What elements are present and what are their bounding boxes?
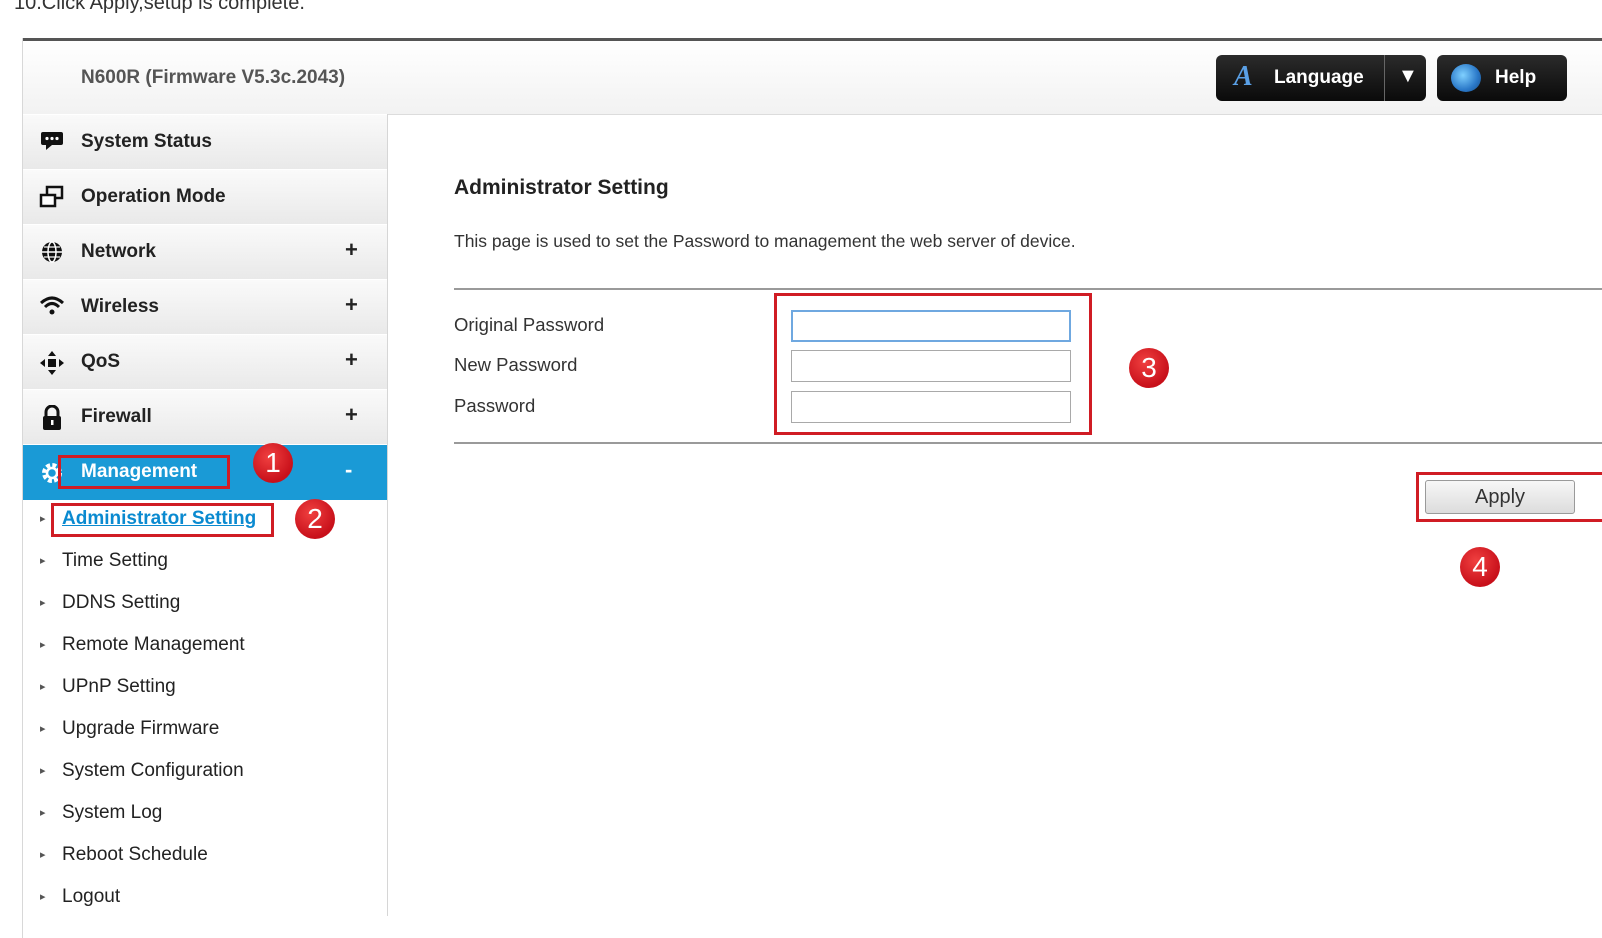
subnav-upnp-setting[interactable]: ▸ UPnP Setting bbox=[23, 668, 387, 708]
bullet-icon: ▸ bbox=[40, 849, 46, 861]
subnav-label[interactable]: Time Setting bbox=[62, 550, 168, 572]
language-divider bbox=[1384, 55, 1385, 101]
qos-icon bbox=[39, 350, 65, 375]
step-marker-4: 4 bbox=[1460, 547, 1500, 587]
page-description: This page is used to set the Password to… bbox=[454, 231, 1076, 251]
step-marker-1: 1 bbox=[253, 443, 293, 483]
subnav-remote-management[interactable]: ▸ Remote Management bbox=[23, 626, 387, 666]
expand-icon[interactable]: + bbox=[345, 402, 358, 428]
new-password-label: New Password bbox=[454, 354, 578, 375]
instruction-caption: 10.Click Apply,setup is complete. bbox=[14, 0, 305, 14]
step-marker-3: 3 bbox=[1129, 348, 1169, 388]
expand-icon[interactable]: + bbox=[345, 237, 358, 263]
confirm-password-label: Password bbox=[454, 395, 536, 416]
bullet-icon: ▸ bbox=[40, 723, 46, 735]
sidebar-item-label: Wireless bbox=[81, 296, 159, 317]
bullet-icon: ▸ bbox=[40, 513, 46, 525]
subnav-system-configuration[interactable]: ▸ System Configuration bbox=[23, 752, 387, 792]
subnav-label[interactable]: UPnP Setting bbox=[62, 676, 176, 698]
subnav-label[interactable]: Logout bbox=[62, 886, 120, 908]
bullet-icon: ▸ bbox=[40, 639, 46, 651]
expand-icon[interactable]: + bbox=[345, 292, 358, 318]
sidebar-item-network[interactable]: Network + bbox=[23, 224, 387, 280]
chat-icon bbox=[39, 130, 65, 154]
globe-icon bbox=[39, 240, 65, 264]
subnav-logout[interactable]: ▸ Logout bbox=[23, 878, 387, 918]
highlight-box-administrator-setting bbox=[51, 503, 274, 537]
highlight-box-apply bbox=[1416, 472, 1602, 522]
wifi-icon bbox=[39, 295, 65, 319]
sidebar-item-label: System Status bbox=[81, 131, 212, 152]
bullet-icon: ▸ bbox=[40, 891, 46, 903]
divider bbox=[454, 442, 1602, 444]
subnav-ddns-setting[interactable]: ▸ DDNS Setting bbox=[23, 584, 387, 624]
expand-icon[interactable]: + bbox=[345, 347, 358, 373]
header-bar: N600R (Firmware V5.3c.2043) A Language ▼… bbox=[23, 41, 1602, 115]
highlight-box-management bbox=[58, 455, 230, 489]
device-model: N600R (Firmware V5.3c.2043) bbox=[81, 67, 346, 88]
highlight-box-password-fields bbox=[774, 293, 1092, 435]
subnav-label[interactable]: Reboot Schedule bbox=[62, 844, 208, 866]
original-password-label: Original Password bbox=[454, 314, 605, 335]
subnav-label[interactable]: DDNS Setting bbox=[62, 592, 180, 614]
lock-icon bbox=[39, 404, 65, 430]
help-label: Help bbox=[1495, 67, 1537, 88]
sidebar-item-label: Firewall bbox=[81, 406, 152, 427]
operation-mode-icon bbox=[39, 185, 65, 209]
language-icon: A bbox=[1234, 61, 1253, 92]
chevron-down-icon[interactable]: ▼ bbox=[1398, 65, 1418, 88]
collapse-icon[interactable]: - bbox=[345, 457, 352, 483]
subnav-label[interactable]: Upgrade Firmware bbox=[62, 718, 219, 740]
subnav-label[interactable]: System Log bbox=[62, 802, 162, 824]
bullet-icon: ▸ bbox=[40, 555, 46, 567]
subnav-reboot-schedule[interactable]: ▸ Reboot Schedule bbox=[23, 836, 387, 876]
subnav-label[interactable]: Remote Management bbox=[62, 634, 245, 656]
bullet-icon: ▸ bbox=[40, 807, 46, 819]
sidebar-item-firewall[interactable]: Firewall + bbox=[23, 389, 387, 445]
step-marker-2: 2 bbox=[295, 499, 335, 539]
bullet-icon: ▸ bbox=[40, 597, 46, 609]
subnav-time-setting[interactable]: ▸ Time Setting bbox=[23, 542, 387, 582]
help-button[interactable]: Help bbox=[1437, 55, 1567, 101]
sidebar-item-wireless[interactable]: Wireless + bbox=[23, 279, 387, 335]
sidebar-item-operation-mode[interactable]: Operation Mode bbox=[23, 169, 387, 225]
sidebar-item-label: QoS bbox=[81, 351, 121, 372]
help-globe-icon bbox=[1451, 64, 1481, 92]
page-title: Administrator Setting bbox=[454, 176, 669, 199]
language-button[interactable]: A Language ▼ bbox=[1216, 55, 1426, 101]
bullet-icon: ▸ bbox=[40, 765, 46, 777]
bullet-icon: ▸ bbox=[40, 681, 46, 693]
sidebar-item-qos[interactable]: QoS + bbox=[23, 334, 387, 390]
language-label: Language bbox=[1274, 67, 1364, 88]
subnav-system-log[interactable]: ▸ System Log bbox=[23, 794, 387, 834]
sidebar-item-label: Network bbox=[81, 241, 156, 262]
sidebar-item-label: Operation Mode bbox=[81, 186, 226, 207]
subnav-upgrade-firmware[interactable]: ▸ Upgrade Firmware bbox=[23, 710, 387, 750]
divider bbox=[454, 288, 1602, 290]
subnav-label[interactable]: System Configuration bbox=[62, 760, 244, 782]
sidebar-item-system-status[interactable]: System Status bbox=[23, 114, 387, 170]
